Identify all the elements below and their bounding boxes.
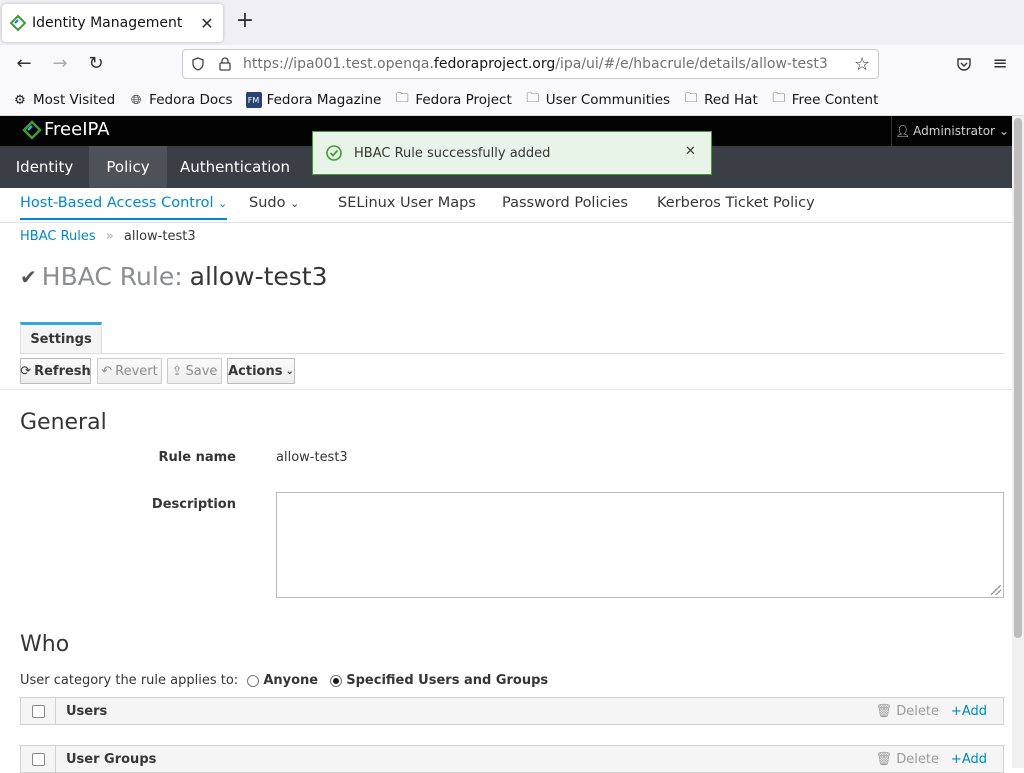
nav-policy[interactable]: Policy [89,146,167,188]
tab-divider [20,353,1004,354]
bookmark-fedora-project[interactable]: 🗀 Fedora Project [394,91,512,108]
user-category-row: User category the rule applies to: Anyon… [20,673,548,688]
logo-text: FreeIPA [44,119,110,140]
breadcrumb-current: allow-test3 [123,229,196,244]
radio-specified[interactable]: Specified Users and Groups [330,673,548,688]
chevron-down-icon: ⌄ [218,197,228,210]
toast-message: HBAC Rule successfully added [354,145,551,161]
folder-icon: 🗀 [684,91,698,106]
bookmark-fedora-magazine[interactable]: FM Fedora Magazine [245,92,381,108]
folder-icon: 🗀 [526,91,540,106]
radio-icon[interactable] [247,674,260,687]
page-title: ✔ HBAC Rule: allow-test3 [20,262,328,291]
folder-icon: 🗀 [772,91,786,106]
radio-selected-icon[interactable] [330,674,343,687]
nav-identity[interactable]: Identity [0,146,89,188]
trash-icon: 🗑︎ [875,703,893,719]
refresh-icon: ⟳ [20,363,32,379]
close-tab-icon[interactable]: ✕ [199,14,215,33]
subnav-sudo[interactable]: Sudo ⌄ [249,195,299,211]
forward-icon[interactable]: → [47,52,73,76]
user-menu[interactable]: 👤︎ Administrator ⌄ [891,116,1012,146]
breadcrumb-hbac-rules[interactable]: HBAC Rules [20,229,96,244]
back-icon[interactable]: ← [11,52,37,76]
chevron-down-icon: ⌄ [285,365,294,377]
radio-anyone[interactable]: Anyone [247,673,318,688]
reload-icon[interactable]: ↻ [83,52,109,76]
actions-button[interactable]: Actions ⌄ [227,358,295,384]
description-label: Description [151,497,236,512]
user-groups-table-header: User Groups 🗑︎ Delete +Add [20,745,1004,773]
folder-icon: 🗀 [395,91,409,106]
freeipa-logo[interactable]: FreeIPA [22,119,110,140]
select-all-users-checkbox[interactable] [21,698,56,724]
scrollbar-thumb[interactable] [1014,118,1022,638]
upload-icon: ⇪ [171,363,183,379]
gear-icon: ⚙ [14,92,26,108]
subnav-password-policies[interactable]: Password Policies [502,195,628,211]
close-toast-icon[interactable]: ✕ [685,144,696,159]
breadcrumb: HBAC Rules » allow-test3 [20,229,196,244]
users-column-header: Users [66,703,108,719]
users-table-header: Users 🗑︎ Delete +Add [20,697,1004,725]
subnav-hbac[interactable]: Host-Based Access Control ⌄ [20,195,228,220]
pocket-icon[interactable] [951,52,977,76]
nav-authentication[interactable]: Authentication [167,146,303,188]
plus-icon: + [950,751,962,767]
success-toast: HBAC Rule successfully added ✕ [312,131,712,175]
toolbar-divider [0,389,1012,390]
rule-name-label: Rule name [158,450,236,465]
browser-tab[interactable]: Identity Management ✕ [2,4,223,42]
tab-settings[interactable]: Settings [20,322,102,353]
menu-icon[interactable]: ≡ [987,52,1013,76]
add-groups-button[interactable]: +Add [951,752,987,767]
bookmark-free-content[interactable]: 🗀 Free Content [771,91,878,108]
chevron-down-icon: ⌄ [290,197,300,210]
delete-groups-button[interactable]: 🗑︎ Delete [876,752,939,767]
url-bar[interactable]: https://ipa001.test.openqa.fedoraproject… [182,49,879,79]
subnav-kerberos[interactable]: Kerberos Ticket Policy [657,195,815,211]
resize-grip-icon[interactable] [991,585,1001,595]
user-category-label: User category the rule applies to: [20,673,239,688]
delete-users-button[interactable]: 🗑︎ Delete [876,704,939,719]
section-who-heading: Who [20,632,70,657]
globe-icon: 🌐︎ [130,92,142,108]
lock-icon[interactable] [219,57,231,71]
freeipa-logo-icon [22,119,42,140]
refresh-button[interactable]: ⟳ Refresh [20,358,91,384]
bookmark-fedora-docs[interactable]: 🌐︎ Fedora Docs [128,92,233,108]
user-groups-column-header: User Groups [66,751,157,767]
plus-icon: + [950,703,962,719]
user-icon: 👤︎ [894,124,911,138]
trash-icon: 🗑︎ [875,751,893,767]
url-text: https://ipa001.test.openqa.fedoraproject… [243,56,828,72]
rule-name-value: allow-test3 [276,450,348,465]
bookmark-user-communities[interactable]: 🗀 User Communities [525,91,670,108]
chevron-down-icon: ⌄ [998,124,1010,138]
shield-icon[interactable] [191,57,205,71]
subnav-selinux[interactable]: SELinux User Maps [338,195,476,211]
revert-button[interactable]: ↶ Revert [97,358,162,384]
add-users-button[interactable]: +Add [951,704,987,719]
check-circle-icon [326,145,342,161]
save-button[interactable]: ⇪ Save [167,358,222,384]
tab-title: Identity Management [32,15,183,31]
description-textarea[interactable] [276,492,1004,598]
bookmark-most-visited[interactable]: ⚙ Most Visited [12,92,115,108]
undo-icon: ↶ [101,363,113,379]
check-icon: ✔ [20,264,37,289]
bookmarks-bar: ⚙ Most Visited 🌐︎ Fedora Docs FM Fedora Mag… [0,85,1024,116]
freeipa-favicon-icon [10,15,26,31]
section-general-heading: General [20,410,107,435]
fedora-magazine-icon: FM [245,92,262,108]
breadcrumb-separator: » [105,229,114,244]
select-all-groups-checkbox[interactable] [21,746,56,772]
bookmark-star-icon[interactable]: ☆ [854,54,870,75]
bookmark-red-hat[interactable]: 🗀 Red Hat [683,91,758,108]
new-tab-icon[interactable]: + [234,10,256,33]
